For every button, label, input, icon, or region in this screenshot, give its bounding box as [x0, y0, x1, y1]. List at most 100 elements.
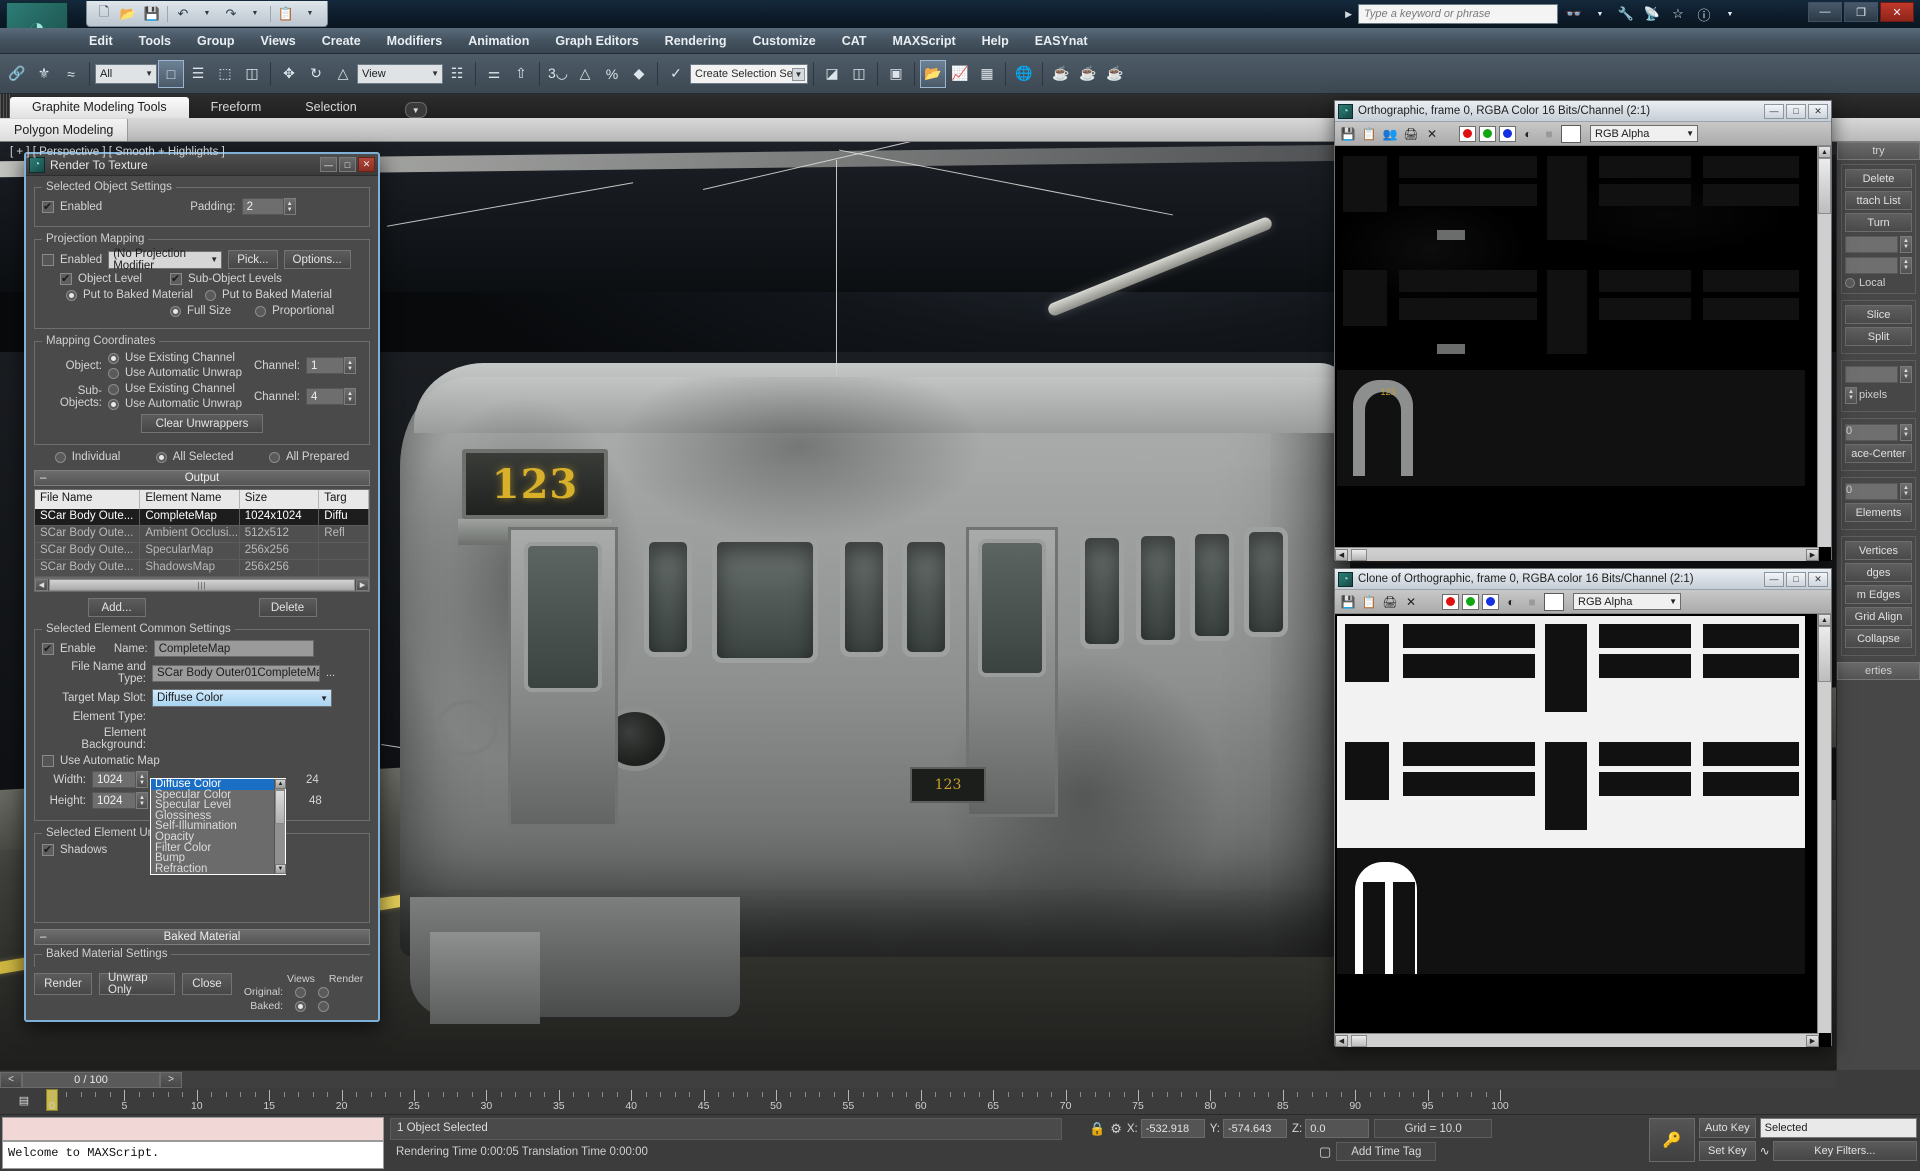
maxscript-listener-output[interactable]: [2, 1117, 384, 1141]
menu-item-maxscript[interactable]: MAXScript: [879, 28, 968, 54]
rfw2-vscroll-thumb[interactable]: [1818, 626, 1831, 682]
cp-spinner-5-field[interactable]: 0: [1845, 482, 1898, 500]
rfw2-channel-combo[interactable]: RGB Alpha ▼: [1573, 593, 1681, 610]
named-selection-set-input[interactable]: Create Selection Se ▼: [690, 63, 808, 84]
rfw1-vscroll-thumb[interactable]: [1818, 158, 1831, 214]
subway-car-model[interactable]: 123 123: [400, 337, 1350, 1027]
time-slider-prev-button[interactable]: <: [0, 1071, 22, 1088]
spinner-snap-icon[interactable]: ◆: [626, 60, 652, 88]
minimize-button[interactable]: —: [1808, 2, 1842, 22]
dropdown-option-diffuse-color[interactable]: Diffuse Color: [151, 778, 285, 790]
track-bar[interactable]: ▤ 0 5 10 15 20 25 30 35 40 45 50 55 60 65 70 75 80 85 90 95…: [0, 1088, 1836, 1114]
red-channel-icon[interactable]: [1442, 593, 1459, 610]
ribbon-panel-polygon-modeling[interactable]: Polygon Modeling: [0, 118, 129, 141]
rfw1-canvas[interactable]: 123 ▲ ◀ ▶: [1335, 146, 1831, 561]
coord-x-field[interactable]: -532.918: [1140, 1119, 1205, 1138]
time-slider-next-button[interactable]: >: [160, 1071, 182, 1088]
cp-spinner-2-field[interactable]: [1845, 256, 1898, 274]
communication-center-icon[interactable]: 📡: [1642, 5, 1662, 23]
set-keys-key-icon[interactable]: 🔑: [1649, 1118, 1695, 1162]
absolute-relative-transform-icon[interactable]: ⚙: [1110, 1121, 1122, 1137]
select-and-link-icon[interactable]: 🔗: [4, 60, 30, 88]
menu-item-modifiers[interactable]: Modifiers: [374, 28, 456, 54]
menu-item-edit[interactable]: Edit: [76, 28, 126, 54]
menu-item-help[interactable]: Help: [969, 28, 1022, 54]
rtt-output-hscroll-thumb[interactable]: |||: [49, 579, 355, 591]
cp-button-slice[interactable]: Slice: [1845, 305, 1912, 324]
rtt-full-size-radio[interactable]: [170, 305, 181, 317]
tab-selection[interactable]: Selection: [283, 97, 378, 118]
render-frame-window-orthographic[interactable]: ◔ Orthographic, frame 0, RGBA Color 16 B…: [1334, 100, 1832, 561]
rtt-element-type-dropdown-list[interactable]: Diffuse Color Specular Color Specular Le…: [150, 778, 286, 876]
scroll-up-icon[interactable]: ▲: [1818, 146, 1831, 158]
cp-spinner-1-arrows[interactable]: ▲ ▼: [1900, 235, 1912, 253]
rtt-use-automatic-map-checkbox[interactable]: [42, 755, 54, 767]
command-panel[interactable]: try Delete ttach List Turn ▲ ▼ ▲ ▼ Local S…: [1836, 142, 1920, 1070]
rtt-clear-unwrappers-button[interactable]: Clear Unwrappers: [141, 414, 263, 433]
rtt-width-field[interactable]: 1024: [92, 771, 136, 788]
rtt-output-hscrollbar[interactable]: ◀ ||| ▶: [34, 578, 370, 592]
red-channel-icon[interactable]: [1459, 125, 1476, 142]
blue-channel-icon[interactable]: [1482, 593, 1499, 610]
rtt-element-name-field[interactable]: CompleteMap: [153, 640, 314, 657]
coord-z-field[interactable]: 0.0: [1305, 1119, 1370, 1138]
coord-y[interactable]: Y: -574.643: [1210, 1119, 1287, 1138]
cp-button-grid-align[interactable]: Grid Align: [1845, 607, 1912, 626]
search-input[interactable]: Type a keyword or phrase: [1358, 4, 1558, 24]
redo-icon[interactable]: ↷: [220, 4, 242, 24]
rtt-target-map-slot-combo[interactable]: Diffuse Color ▼: [152, 689, 332, 707]
rtt-projection-enabled-checkbox[interactable]: [42, 253, 54, 266]
print-bitmap-icon[interactable]: 🖨: [1381, 593, 1399, 611]
rtt-delete-button[interactable]: Delete: [258, 598, 317, 617]
select-object-icon[interactable]: □: [158, 59, 184, 88]
rtt-proportional-radio[interactable]: [255, 305, 267, 317]
project-folder-icon[interactable]: 📋: [275, 4, 297, 24]
rfw2-maximize-button[interactable]: □: [1786, 571, 1806, 587]
rtt-object-channel-arrows[interactable]: ▲ ▼: [344, 357, 357, 374]
rtt-output-rollout-header[interactable]: – Output: [34, 470, 370, 486]
open-mini-curve-editor-icon[interactable]: ▤: [12, 1090, 36, 1110]
coord-z[interactable]: Z: 0.0: [1292, 1119, 1370, 1138]
cp-button-face-center[interactable]: ace-Center: [1845, 444, 1912, 463]
qat-overflow-icon[interactable]: ▼: [299, 4, 321, 24]
maxscript-listener-input[interactable]: Welcome to MAXScript.: [2, 1141, 384, 1169]
rtt-sub-channel-spinner[interactable]: 4 ▲ ▼: [306, 388, 357, 405]
cp-button-edges[interactable]: dges: [1845, 563, 1912, 582]
reference-coordinate-combo[interactable]: View ▼: [357, 63, 443, 84]
table-row[interactable]: SCar Body Oute... CompleteMap 1024x1024 …: [35, 509, 369, 526]
background-color-swatch[interactable]: [1544, 592, 1564, 611]
menu-item-tools[interactable]: Tools: [126, 28, 184, 54]
rtt-minimize-button[interactable]: —: [320, 157, 337, 172]
time-slider-frame-field[interactable]: 0 / 100: [22, 1071, 160, 1088]
cp-spinner-1[interactable]: ▲ ▼: [1845, 235, 1912, 253]
rtt-pick-button[interactable]: Pick...: [228, 250, 278, 269]
rtt-projection-modifier-combo[interactable]: (No Projection Modifier ▼: [108, 248, 223, 272]
rtt-put-to-baked-2-radio[interactable]: [204, 289, 216, 301]
table-row[interactable]: SCar Body Oute... Ambient Occlusi... 512…: [35, 526, 369, 543]
save-file-icon[interactable]: 💾: [141, 4, 163, 24]
rfw1-minimize-button[interactable]: —: [1764, 103, 1784, 119]
set-key-button[interactable]: Set Key: [1699, 1141, 1756, 1161]
copy-bitmap-icon[interactable]: 📋: [1360, 593, 1378, 611]
rtt-all-prepared-radio[interactable]: [268, 451, 280, 463]
undo-dropdown-icon[interactable]: ▼: [196, 4, 218, 24]
menu-item-animation[interactable]: Animation: [455, 28, 542, 54]
rtt-padding-field[interactable]: 2: [241, 198, 284, 215]
rfw1-close-button[interactable]: ✕: [1808, 103, 1828, 119]
cp-radio-local[interactable]: Local: [1845, 277, 1912, 289]
rtt-baked-views-radio[interactable]: [295, 1000, 306, 1012]
dropdown-scroll-thumb[interactable]: [275, 790, 285, 824]
adaptive-degradation-icon[interactable]: ▢: [1319, 1144, 1331, 1160]
rtt-maximize-button[interactable]: □: [339, 157, 356, 172]
rtt-object-use-existing-radio[interactable]: [108, 352, 119, 364]
dropdown-option-refraction[interactable]: Refraction: [151, 863, 285, 875]
percent-snap-icon[interactable]: %: [599, 60, 625, 88]
coord-y-field[interactable]: -574.643: [1222, 1119, 1287, 1138]
rtt-unwrap-only-button[interactable]: Unwrap Only: [99, 972, 175, 996]
render-production-icon[interactable]: ☕: [1075, 60, 1101, 88]
add-time-tag-button[interactable]: Add Time Tag: [1336, 1142, 1437, 1161]
maxscript-mini-listener[interactable]: Welcome to MAXScript.: [0, 1114, 386, 1171]
rtt-original-views-radio[interactable]: [295, 986, 306, 998]
tab-graphite-modeling-tools[interactable]: Graphite Modeling Tools: [10, 97, 189, 118]
restore-button[interactable]: ❐: [1844, 2, 1878, 22]
